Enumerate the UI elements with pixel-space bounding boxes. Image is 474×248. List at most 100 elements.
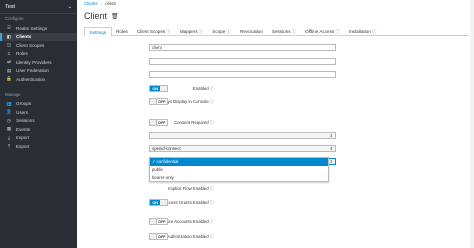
name-input[interactable] (149, 58, 336, 65)
help-icon[interactable]: ⓘ (210, 99, 214, 104)
tab-mappers[interactable]: Mappers ⓘ (175, 27, 207, 36)
tab-offline-access[interactable]: Offline Access ⓘ (301, 27, 345, 36)
client-protocol-row: Client Protocolⓘ openid-connect ⇕ (77, 145, 474, 153)
manage-nav: 👥 Groups 👤 Users ◷ Sessions ▦ Events ⤓ Import ⤒ Exp… (0, 100, 77, 151)
sidebar-item-label: Groups (16, 101, 32, 107)
toggle-off-label: OFF (156, 120, 167, 125)
realm-selector[interactable]: Test ⌄ (0, 0, 77, 14)
authorization-toggle[interactable]: OFF (149, 233, 168, 240)
direct-access-toggle[interactable]: ON (149, 199, 168, 206)
toggle-knob (150, 99, 157, 104)
configure-section-label: Configure (5, 16, 24, 21)
consent-required-row: Consent Requiredⓘ OFF (77, 119, 474, 127)
sidebar-item-users[interactable]: 👤 Users (0, 108, 77, 117)
tab-label: Offline Access (305, 29, 335, 34)
sidebar-item-events[interactable]: ▦ Events (0, 125, 77, 134)
toggle-on-label: ON (150, 86, 161, 91)
tab-revocation[interactable]: Revocation (235, 27, 267, 36)
tab-client-scopes[interactable]: Client Scopes ⓘ (132, 27, 175, 36)
exchange-icon: ⇄ (7, 59, 11, 65)
import-icon: ⤓ (7, 135, 11, 141)
help-icon[interactable]: ⓘ (210, 86, 214, 91)
sidebar: Test ⌄ Configure ☰ Realm Settings ◧ Clients… (0, 0, 77, 248)
sidebar-item-import[interactable]: ⤓ Import (0, 134, 77, 143)
always-display-toggle[interactable]: OFF (149, 98, 168, 105)
help-icon[interactable]: ⓘ (210, 219, 214, 224)
client-id-input[interactable]: client (149, 44, 336, 51)
sidebar-item-label: Clients (16, 34, 32, 40)
breadcrumb-separator: › (100, 1, 103, 6)
help-icon[interactable]: ⓘ (226, 29, 231, 35)
client-protocol-select[interactable]: openid-connect ⇕ (149, 145, 336, 152)
help-icon[interactable]: ⓘ (210, 200, 214, 205)
trash-icon[interactable]: 🗑 (111, 13, 119, 20)
export-icon: ⤒ (7, 143, 11, 149)
sidebar-item-groups[interactable]: 👥 Groups (0, 100, 77, 109)
description-input[interactable] (149, 71, 336, 78)
scrollbar[interactable] (470, 0, 474, 248)
page-title-row: Client 🗑 (84, 11, 119, 21)
help-icon[interactable]: ⓘ (210, 234, 214, 239)
toggle-off-label: OFF (156, 99, 167, 104)
access-type-option-confidential[interactable]: ✓confidential (150, 158, 328, 166)
sidebar-item-identity-providers[interactable]: ⇄ Identity Providers (0, 58, 77, 67)
sidebar-item-sessions[interactable]: ◷ Sessions (0, 117, 77, 126)
tab-label: Sessions (271, 29, 291, 34)
sidebar-item-label: Realm Settings (16, 25, 48, 31)
sidebar-item-label: Authentication (16, 76, 46, 82)
breadcrumb-clients-link[interactable]: Clients (84, 1, 98, 6)
help-icon[interactable]: ⓘ (166, 29, 171, 35)
help-icon[interactable]: ⓘ (199, 29, 204, 35)
consent-required-toggle[interactable]: OFF (149, 119, 168, 126)
enabled-row: Enabledⓘ ON (77, 85, 474, 93)
tab-settings[interactable]: Settings (84, 27, 112, 37)
sliders-icon: ☰ (6, 25, 12, 31)
help-icon[interactable]: ⓘ (372, 29, 377, 35)
sidebar-item-label: Identity Providers (16, 59, 52, 65)
enabled-label: Enabled (192, 86, 209, 91)
tab-label: Settings (89, 29, 107, 35)
client-id-row: Client IDⓘ client (77, 44, 474, 52)
tab-label: Scope (212, 29, 226, 34)
help-icon[interactable]: ⓘ (292, 29, 297, 35)
authorization-row: Authorization Enabledⓘ OFF (77, 233, 474, 241)
access-type-option-public[interactable]: public (150, 166, 328, 174)
sidebar-item-label: User Federation (16, 68, 49, 74)
sidebar-item-label: Client Scopes (16, 42, 45, 48)
access-type-option-bearer-only[interactable]: bearer-only (150, 174, 328, 182)
lock-icon: 🔒 (6, 76, 12, 82)
implicit-flow-row: Implicit Flow Enabledⓘ (77, 185, 474, 193)
manage-section-label: Manage (5, 91, 21, 97)
sidebar-item-roles[interactable]: ≡ Roles (0, 50, 77, 59)
enabled-toggle[interactable]: ON (149, 85, 168, 92)
help-icon[interactable]: ⓘ (210, 120, 214, 125)
sidebar-item-label: Users (16, 109, 28, 115)
tab-roles[interactable]: Roles (112, 27, 133, 36)
sidebar-item-label: Export (16, 143, 30, 149)
client-protocol-value: openid-connect (152, 146, 181, 151)
clock-icon: ◷ (6, 117, 11, 123)
login-theme-select[interactable]: ⇕ (149, 132, 336, 139)
authorization-label: Authorization Enabled (166, 234, 209, 239)
select-arrow-icon: ⇕ (329, 146, 333, 151)
tab-label: Mappers (179, 29, 198, 34)
service-accounts-toggle[interactable]: OFF (149, 218, 168, 225)
database-icon: ▤ (6, 67, 12, 73)
help-icon[interactable]: ⓘ (210, 186, 214, 191)
sidebar-item-realm-settings[interactable]: ☰ Realm Settings (0, 24, 77, 33)
sidebar-item-export[interactable]: ⤒ Export (0, 142, 77, 151)
tab-scope[interactable]: Scope ⓘ (208, 27, 236, 36)
tab-label: Client Scopes (136, 29, 166, 34)
help-icon[interactable]: ⓘ (335, 29, 340, 35)
tab-installation[interactable]: Installation ⓘ (344, 27, 381, 36)
sidebar-item-clients[interactable]: ◧ Clients (0, 32, 77, 41)
sidebar-item-authentication[interactable]: 🔒 Authentication (0, 75, 77, 84)
access-type-dropdown: ✓confidential public bearer-only (149, 157, 329, 182)
implicit-flow-label: Implicit Flow Enabled (168, 186, 209, 191)
sidebar-item-user-federation[interactable]: ▤ User Federation (0, 67, 77, 76)
users-icon: 👥 (6, 100, 12, 106)
tab-sessions[interactable]: Sessions ⓘ (267, 27, 300, 36)
chevron-down-icon: ⌄ (67, 3, 72, 10)
sidebar-item-client-scopes[interactable]: ◫ Client Scopes (0, 41, 77, 50)
breadcrumb: Clients › client (84, 0, 116, 7)
